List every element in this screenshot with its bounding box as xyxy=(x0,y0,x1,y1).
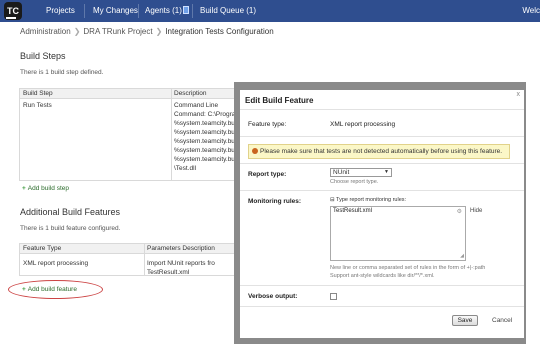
teamcity-logo[interactable]: TC xyxy=(4,2,22,20)
feature-params-line: TestResult.xml xyxy=(147,269,190,276)
breadcrumb-project[interactable]: DRA TRunk Project xyxy=(83,27,152,36)
column-parameters: Parameters Description xyxy=(147,245,215,252)
column-build-step: Build Step xyxy=(23,90,53,97)
chevron-down-icon: ▼ xyxy=(384,169,389,175)
edit-build-feature-dialog: Edit Build Feature x Feature type: XML r… xyxy=(240,90,524,338)
description-line: \Test.dll xyxy=(174,165,197,172)
highlight-circle xyxy=(8,280,103,299)
description-line: Command: C:\Progra xyxy=(174,111,236,118)
build-steps-title: Build Steps xyxy=(20,51,66,61)
description-line: %system.teamcity.build xyxy=(174,138,242,145)
warning-icon xyxy=(252,148,258,154)
dialog-title: Edit Build Feature xyxy=(245,96,314,105)
description-line: %system.teamcity.build xyxy=(174,129,242,136)
monitoring-rules-value: TestResult.xml xyxy=(333,208,373,214)
build-features-table: Feature Type Parameters Description XML … xyxy=(19,243,244,276)
build-steps-note: There is 1 build step defined. xyxy=(20,69,104,76)
nav-projects[interactable]: Projects xyxy=(46,6,75,15)
queue-icon xyxy=(181,6,189,15)
save-button[interactable]: Save xyxy=(452,315,478,326)
column-feature-type: Feature Type xyxy=(23,245,62,252)
cancel-link[interactable]: Cancel xyxy=(492,317,512,324)
description-line: %system.teamcity.build xyxy=(174,156,242,163)
user-welcome[interactable]: Welc xyxy=(522,6,540,15)
gear-icon[interactable]: ⚙ xyxy=(457,208,462,215)
resize-grip-icon[interactable]: ◢ xyxy=(460,253,464,259)
description-line: Command Line xyxy=(174,102,219,109)
additional-features-note: There is 1 build feature configured. xyxy=(20,225,121,232)
top-navigation-bar: TC Projects My Changes Agents (1) Build … xyxy=(0,0,540,22)
report-type-hint: Choose report type. xyxy=(330,179,379,185)
build-step-name[interactable]: Run Tests xyxy=(23,102,52,109)
monitoring-hint-line1: New line or comma separated set of rules… xyxy=(330,265,486,271)
feature-type-value: XML report processing xyxy=(330,121,396,128)
nav-my-changes[interactable]: My Changes xyxy=(93,6,138,15)
verbose-output-label: Verbose output: xyxy=(248,293,298,300)
add-build-step-link[interactable]: + Add build step xyxy=(22,185,69,192)
plus-icon: + xyxy=(22,185,26,192)
hide-link[interactable]: Hide xyxy=(470,208,482,214)
report-type-label: Report type: xyxy=(248,171,287,178)
monitoring-hint-line2: Support ant-style wildcards like dir/**/… xyxy=(330,273,435,279)
monitoring-rules-textarea[interactable]: TestResult.xml ⚙ ◢ xyxy=(330,206,466,261)
feature-type-value[interactable]: XML report processing xyxy=(23,260,88,267)
monitoring-rules-label: Monitoring rules: xyxy=(248,198,302,205)
report-type-select[interactable]: NUnit ▼ xyxy=(330,168,392,177)
close-icon[interactable]: x xyxy=(517,91,521,98)
nav-agents[interactable]: Agents (1) xyxy=(145,6,182,15)
nav-build-queue[interactable]: Build Queue (1) xyxy=(200,6,256,15)
column-description: Description xyxy=(174,90,207,97)
build-steps-table: Build Step Description Run Tests Command… xyxy=(19,88,244,181)
additional-features-title: Additional Build Features xyxy=(20,207,121,217)
verbose-output-checkbox[interactable] xyxy=(330,293,337,300)
warning-message: Please make sure that tests are not dete… xyxy=(248,144,510,159)
breadcrumb-administration[interactable]: Administration xyxy=(20,27,71,36)
description-line: %system.teamcity.build xyxy=(174,147,242,154)
description-line: %system.teamcity.build xyxy=(174,120,242,127)
feature-type-label: Feature type: xyxy=(248,121,287,128)
breadcrumb-configuration: Integration Tests Configuration xyxy=(165,27,274,36)
monitoring-rules-header: ⊟ Type report monitoring rules: xyxy=(330,197,407,203)
feature-params-line: Import NUnit reports fro xyxy=(147,260,215,267)
breadcrumb: Administration ❯ DRA TRunk Project ❯ Integra… xyxy=(20,27,274,36)
